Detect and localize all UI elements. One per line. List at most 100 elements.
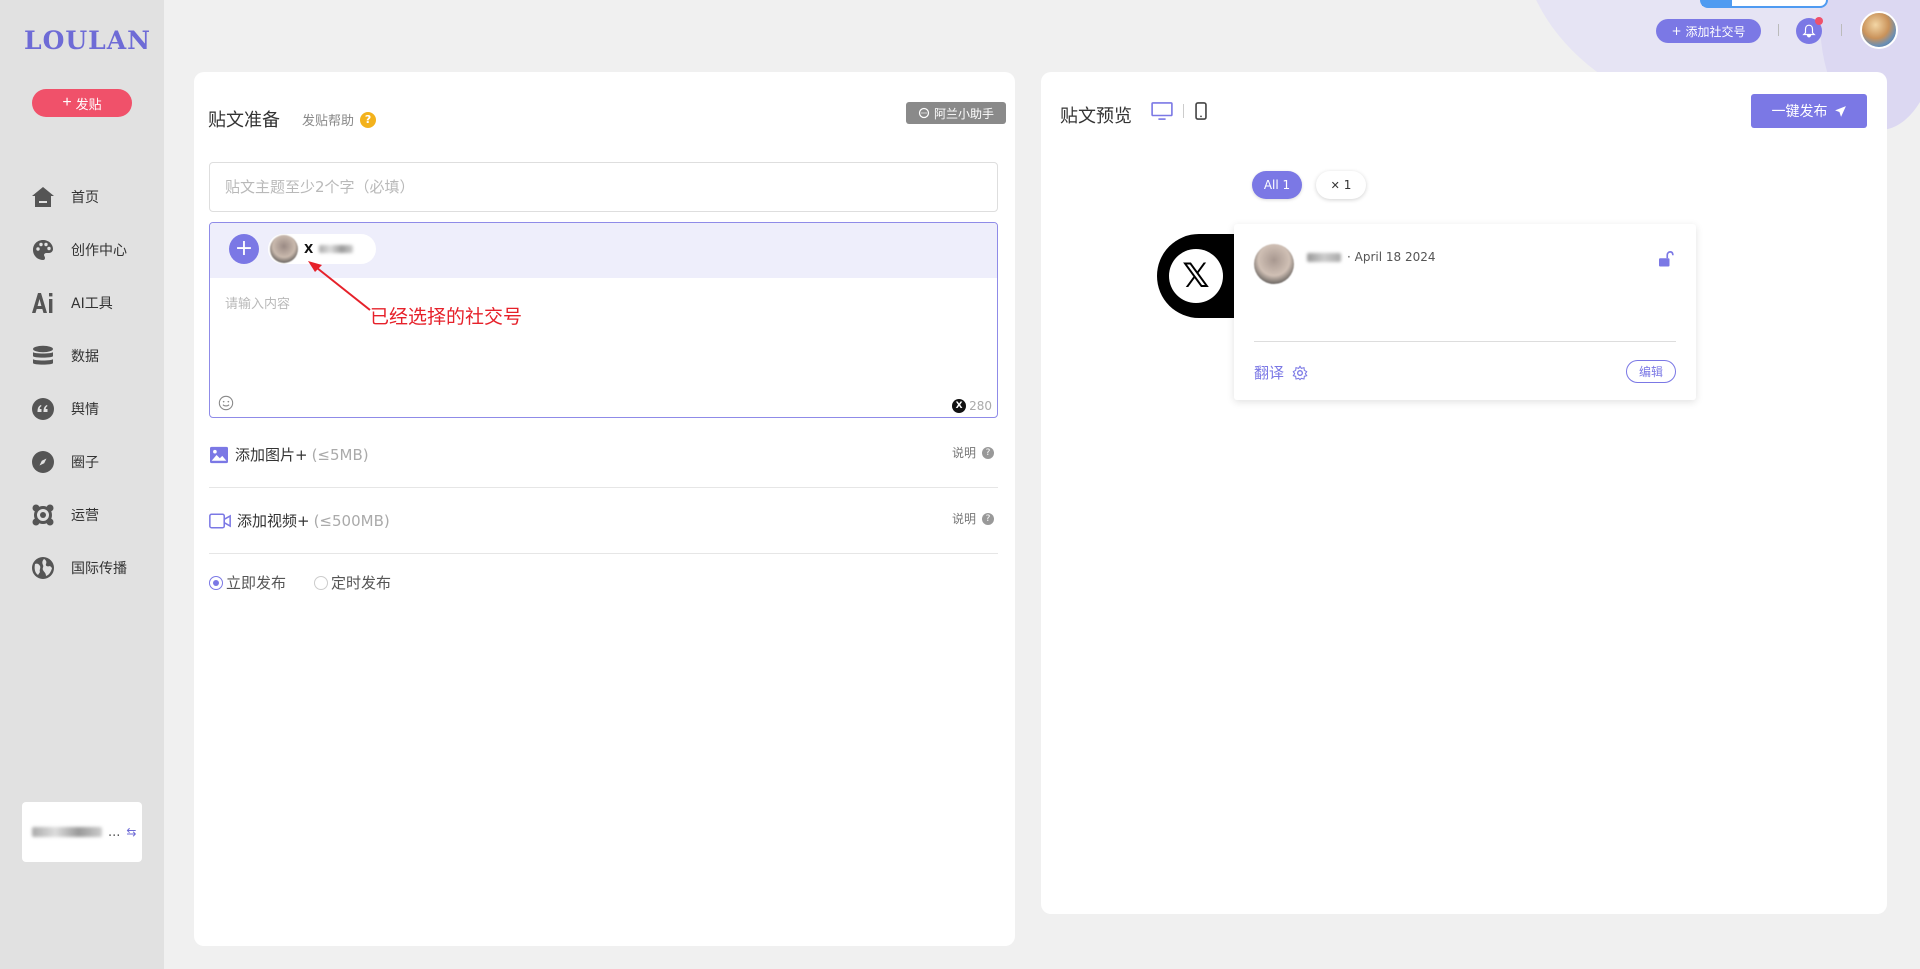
sidebar-item-circles[interactable]: 圈子 [0,435,164,488]
sidebar-item-operations[interactable]: 运营 [0,488,164,541]
assistant-label: 阿兰小助手 [933,106,994,121]
sidebar-item-label: 创作中心 [71,242,127,259]
add-video-row[interactable]: 添加视频+ (≤500MB) 说明 ? [209,488,998,554]
sidebar: LOULAN + 发贴 首页 创作中心 AI工具 数据 舆情 圈子 运营 国际传… [0,0,164,969]
topbar-divider [1841,24,1842,36]
publish-scheduled-radio[interactable]: 定时发布 [314,572,391,593]
x-logo-icon: 𝕏 [1169,249,1223,303]
radio-circle [314,575,329,590]
card-divider [1254,341,1676,342]
sidebar-item-label: 圈子 [71,454,99,471]
content-editor: + X 请输入内容 X 280 [209,222,998,418]
globe-icon [30,555,56,581]
swap-icon[interactable]: ⇆ [126,825,136,839]
account-avatar [270,235,298,263]
topbar-divider [1778,24,1779,36]
mobile-view-icon[interactable] [1194,102,1208,120]
send-icon [1834,105,1846,117]
help-label: 发贴帮助 [302,114,355,129]
home-icon [30,184,56,210]
posting-help-link[interactable]: 发贴帮助 ? [302,110,377,129]
network-icon [30,502,56,528]
post-date: · April 18 2024 [1347,250,1436,264]
unlock-icon[interactable] [1656,250,1674,272]
toggle-divider [1183,104,1184,118]
x-platform-icon: X [304,242,314,256]
compass-icon [30,449,56,475]
emoji-icon[interactable] [218,395,234,415]
sidebar-item-label: 首页 [71,189,99,206]
image-note-link[interactable]: 说明 ? [952,444,994,461]
account-name-blurred [319,245,354,253]
one-click-publish-button[interactable]: 一键发布 [1751,94,1867,128]
notification-bell[interactable] [1796,17,1823,44]
translate-label: 翻译 [1254,364,1285,382]
publish-scheduled-label: 定时发布 [331,574,392,592]
assistant-button[interactable]: 阿兰小助手 [906,102,1006,124]
progress-fill [1702,0,1732,6]
current-account-switcher[interactable]: ... ⇆ [22,802,142,862]
bell-icon [1802,24,1816,38]
post-subject-input[interactable] [209,162,998,212]
plus-icon: + [1671,24,1682,38]
sidebar-item-label: 国际传播 [71,560,127,577]
sidebar-item-home[interactable]: 首页 [0,170,164,223]
database-icon [30,343,56,369]
help-question-icon: ? [360,111,377,128]
filter-x-tab[interactable]: ✕ 1 [1316,171,1366,199]
sidebar-item-label: 运营 [71,507,99,524]
filter-x-count: 1 [1343,178,1352,192]
edit-button[interactable]: 编辑 [1626,360,1676,383]
device-toggle [1151,102,1208,120]
quote-icon [30,396,56,422]
account-name-ellipsis: ... [108,824,121,840]
palette-icon [30,237,56,263]
add-social-account-button[interactable]: + 添加社交号 [1656,19,1761,43]
desktop-view-icon[interactable] [1151,102,1173,120]
add-account-button[interactable]: + [229,234,259,264]
x-logo-icon: X [952,399,967,413]
account-name-blurred [32,827,102,837]
gear-icon[interactable] [1292,364,1308,381]
add-social-label: 添加社交号 [1685,24,1746,39]
video-note-link[interactable]: 说明 ? [952,510,994,527]
new-post-button[interactable]: + 发贴 [32,89,132,117]
image-size-limit: (≤5MB) [311,445,369,464]
translate-button[interactable]: 翻译 [1254,362,1308,383]
post-preview-card: · April 18 2024 翻译 编辑 [1234,224,1696,400]
preview-panel: 贴文预览 一键发布 All 1 ✕ 1 𝕏 · April 18 2024 翻译… [1041,72,1887,914]
notification-dot [1815,17,1823,25]
ai-icon [30,290,56,316]
video-size-limit: (≤500MB) [313,511,390,530]
sidebar-item-data[interactable]: 数据 [0,329,164,382]
sidebar-item-global[interactable]: 国际传播 [0,541,164,594]
post-content-textarea[interactable]: 请输入内容 [225,293,290,312]
plus-icon: + [62,94,72,111]
image-icon [210,446,228,463]
add-image-row[interactable]: 添加图片+ (≤5MB) 说明 ? [209,422,998,488]
sidebar-item-label: AI工具 [71,295,113,312]
brand-logo[interactable]: LOULAN [24,26,151,55]
one-click-label: 一键发布 [1771,104,1828,120]
video-icon [209,512,231,529]
sidebar-item-sentiment[interactable]: 舆情 [0,382,164,435]
publish-mode-group: 立即发布 定时发布 [209,572,391,593]
top-progress-bar [1700,0,1828,8]
publish-now-label: 立即发布 [226,574,287,592]
x-logo-icon: ✕ [1330,178,1340,192]
new-post-label: 发贴 [75,96,102,112]
user-avatar[interactable] [1860,11,1898,49]
sidebar-item-creation[interactable]: 创作中心 [0,223,164,276]
account-name-blurred [1307,252,1341,262]
add-video-label: 添加视频+ [237,512,310,530]
account-avatar [1254,244,1294,284]
add-image-label: 添加图片+ [235,446,308,464]
note-label: 说明 [951,446,976,460]
sidebar-item-label: 舆情 [71,401,99,418]
filter-all-tab[interactable]: All 1 [1252,171,1302,199]
sidebar-item-ai-tools[interactable]: AI工具 [0,276,164,329]
sidebar-nav: 首页 创作中心 AI工具 数据 舆情 圈子 运营 国际传播 [0,170,164,594]
publish-now-radio[interactable]: 立即发布 [209,572,286,593]
chat-icon [918,107,930,119]
question-icon: ? [982,446,994,459]
